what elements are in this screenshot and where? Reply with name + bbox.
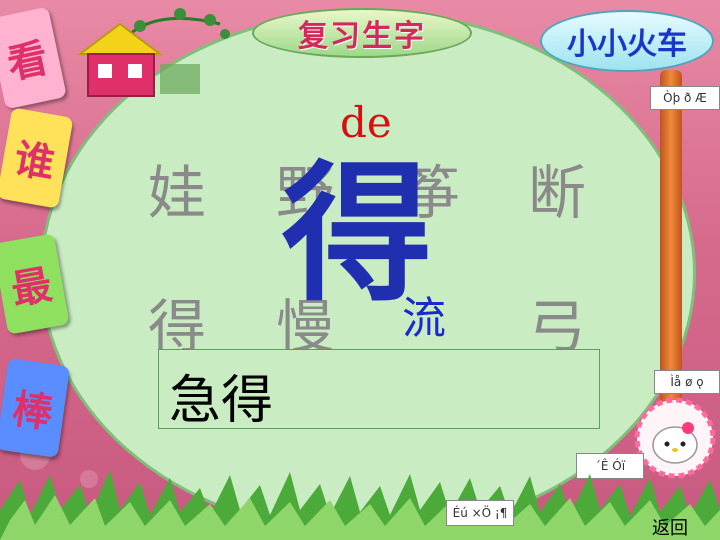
page-title: 复习生字 xyxy=(298,19,426,54)
pinyin-text: de xyxy=(340,98,392,147)
side-card-label: 看 xyxy=(3,34,53,89)
side-card-4: 棒 xyxy=(0,358,71,458)
side-card-label: 谁 xyxy=(10,134,59,189)
grass-decoration xyxy=(0,470,720,540)
side-card-label: 棒 xyxy=(9,385,56,438)
side-card-1: 看 xyxy=(0,6,67,110)
train-label: 小小火车 xyxy=(567,27,687,62)
nav-button-top-label: Òþ ð Æ xyxy=(663,91,707,105)
new-words-button[interactable]: Éú ×Ö ¡¶ xyxy=(446,500,514,526)
cottage-illustration xyxy=(77,8,230,97)
char-row1-1: 娃 xyxy=(148,159,207,227)
return-link[interactable]: 返回 xyxy=(652,514,688,540)
char-row2-3: 流 xyxy=(402,293,446,344)
side-card-label: 最 xyxy=(7,260,56,315)
char-row1-4: 断 xyxy=(528,159,587,227)
slide-canvas: 看 谁 最 棒 复习生字 小小火车 Òþ ð Æ Ìå ø ǫ ´Ê Óï de… xyxy=(0,0,720,540)
sign-pole xyxy=(660,70,682,410)
word-text: 急得 xyxy=(169,371,274,431)
word-box: 急得 xyxy=(158,349,600,431)
nav-button-top[interactable]: Òþ ð Æ xyxy=(650,86,720,110)
nav-button-mid-label: Ìå ø ǫ xyxy=(670,375,704,389)
title-sign: 复习生字 xyxy=(252,8,472,58)
train-button[interactable]: 小小火车 xyxy=(540,10,714,72)
new-words-button-label: Éú ×Ö ¡¶ xyxy=(452,506,508,520)
